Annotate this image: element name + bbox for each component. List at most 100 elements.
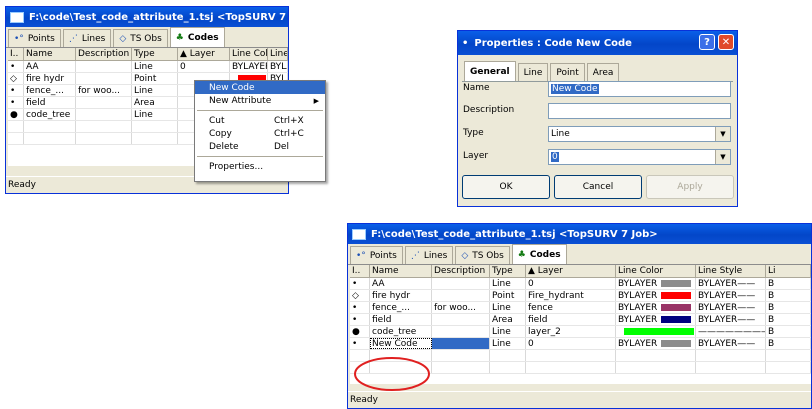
code-icon: • xyxy=(8,61,24,72)
description-field[interactable] xyxy=(548,103,731,119)
line-style-dash: —— xyxy=(737,278,756,289)
help-icon[interactable]: ? xyxy=(699,34,715,50)
tab-codes[interactable]: ♣ Codes xyxy=(169,27,225,47)
table-row[interactable]: • fence_... for woo... Line fence BYLAYER BYLA… xyxy=(350,302,811,314)
dialog-tab-general[interactable]: General xyxy=(464,61,516,81)
column-header[interactable]: ▲ Layer xyxy=(526,265,616,277)
tab-ts-obs[interactable]: ◇ TS Obs xyxy=(113,29,168,47)
line-style-cell: BYLAYER —— xyxy=(696,314,766,325)
chevron-down-icon[interactable]: ▼ xyxy=(715,127,730,141)
apply-button[interactable]: Apply xyxy=(646,175,734,199)
empty-cell xyxy=(132,121,178,132)
table-row[interactable]: • AA Line 0 BYLAYER BYLAYER —— B xyxy=(350,278,811,290)
menu-item-copy[interactable]: Copy Ctrl+C xyxy=(195,127,325,140)
line-style-dash: —— xyxy=(737,302,756,313)
table-row[interactable]: ● code_tree Line layer_2 ———————— B xyxy=(350,326,811,338)
dialog-tab-line[interactable]: Line xyxy=(517,63,549,81)
table-row[interactable]: • New Code Line 0 BYLAYER BYLAYER —— B xyxy=(350,338,811,350)
dialog-titlebar[interactable]: • Properties : Code New Code xyxy=(458,31,737,55)
top-tabs: •° Points ⋰ Lines ◇ TS Obs ♣ Codes xyxy=(6,27,288,48)
menu-item-cut[interactable]: Cut Ctrl+X xyxy=(195,114,325,127)
empty-cell xyxy=(432,350,490,361)
table-row[interactable]: •AA Line0BYLAYERBYLAY xyxy=(8,61,288,73)
tab-points[interactable]: •° Points xyxy=(8,29,61,47)
codes-icon: ♣ xyxy=(517,249,526,260)
layer-cell: layer_2 xyxy=(526,326,616,337)
bottom-window-titlebar[interactable]: F:\code\Test_code_attribute_1.tsj <TopSU… xyxy=(348,224,811,244)
layer-cell: fence xyxy=(526,302,616,313)
column-header[interactable]: I.. xyxy=(8,48,24,60)
type-cell: Line xyxy=(490,338,526,349)
submenu-arrow-icon: ▶ xyxy=(313,96,319,105)
line-color-cell: BYLAYER xyxy=(616,290,696,301)
li-cell: B xyxy=(766,314,811,325)
line-color-text: BYLAYER xyxy=(232,61,268,72)
menu-item-new-attribute[interactable]: New Attribute ▶ xyxy=(195,94,325,107)
column-header[interactable]: Line Color xyxy=(230,48,268,60)
table-row[interactable]: • field Area field BYLAYER BYLAYER —— B xyxy=(350,314,811,326)
description-cell xyxy=(76,73,132,84)
description-cell xyxy=(76,61,132,72)
bottom-window-title: F:\code\Test_code_attribute_1.tsj <TopSU… xyxy=(371,228,658,240)
description-cell xyxy=(432,290,490,301)
menu-item-new-code[interactable]: New Code xyxy=(195,81,325,94)
layer-select[interactable]: 0 ▼ xyxy=(548,149,731,165)
tab-lines[interactable]: ⋰ Lines xyxy=(404,246,454,264)
name-cell: field xyxy=(370,314,432,325)
type-cell: Line xyxy=(490,302,526,313)
table-row[interactable]: ◇ fire hydr Point Fire_hydrant BYLAYER BYLAYE… xyxy=(350,290,811,302)
column-header[interactable]: Name xyxy=(370,265,432,277)
column-header[interactable]: Name xyxy=(24,48,76,60)
cancel-button[interactable]: Cancel xyxy=(554,175,642,199)
code-icon: • xyxy=(8,85,24,96)
dialog-tab-area[interactable]: Area xyxy=(586,63,620,81)
name-cell: AA xyxy=(370,278,432,289)
type-cell: Line xyxy=(132,61,178,72)
type-select[interactable]: Line ▼ xyxy=(548,126,731,142)
description-cell xyxy=(76,97,132,108)
tab-points[interactable]: •° Points xyxy=(350,246,403,264)
context-menu: New Code New Attribute ▶ Cut Ctrl+X Copy Ctrl+… xyxy=(194,80,326,182)
type-cell: Line xyxy=(490,278,526,289)
column-header[interactable]: I.. xyxy=(350,265,370,277)
menu-item-shortcut: Del xyxy=(274,141,289,152)
empty-cell xyxy=(132,133,178,144)
top-window-titlebar[interactable]: F:\code\Test_code_attribute_1.tsj <TopSU… xyxy=(6,7,288,27)
code-icon: • xyxy=(350,278,370,289)
description-cell xyxy=(432,326,490,337)
points-icon: •° xyxy=(14,33,24,44)
empty-cell xyxy=(76,133,132,144)
empty-cell xyxy=(24,133,76,144)
column-header[interactable]: Description xyxy=(432,265,490,277)
column-header[interactable]: Type xyxy=(490,265,526,277)
close-icon[interactable]: ✕ xyxy=(718,34,734,50)
menu-item-shortcut: Ctrl+X xyxy=(274,115,304,126)
column-header[interactable]: Li xyxy=(766,265,811,277)
menu-item-delete[interactable]: Delete Del xyxy=(195,140,325,153)
type-cell: Line xyxy=(132,85,178,96)
chevron-down-icon[interactable]: ▼ xyxy=(715,150,730,164)
menu-item-properties[interactable]: Properties... xyxy=(195,160,325,173)
tab-ts-obs[interactable]: ◇ TS Obs xyxy=(455,246,510,264)
line-color-cell: BYLAYER xyxy=(616,314,696,325)
line-style-cell: BYLAYER —— xyxy=(696,338,766,349)
name-cell: fire hydr xyxy=(24,73,76,84)
column-header[interactable]: ▲ Layer xyxy=(178,48,230,60)
type-label: Type xyxy=(463,128,484,138)
code-icon: • xyxy=(350,338,370,349)
column-header[interactable]: Description xyxy=(76,48,132,60)
column-header[interactable]: Line St xyxy=(268,48,288,60)
empty-cell xyxy=(526,350,616,361)
column-header[interactable]: Line Style xyxy=(696,265,766,277)
ok-button[interactable]: OK xyxy=(462,175,550,199)
table-header: I..NameDescriptionType▲ LayerLine ColorL… xyxy=(350,265,811,278)
line-style-dash: —— xyxy=(737,290,756,301)
empty-cell xyxy=(490,362,526,373)
tab-lines[interactable]: ⋰ Lines xyxy=(62,29,112,47)
tab-codes[interactable]: ♣ Codes xyxy=(511,244,567,264)
properties-dialog: • Properties : Code New Code ? ✕ General… xyxy=(457,30,738,207)
column-header[interactable]: Type xyxy=(132,48,178,60)
name-field[interactable]: New Code xyxy=(548,81,731,97)
column-header[interactable]: Line Color xyxy=(616,265,696,277)
dialog-tab-point[interactable]: Point xyxy=(550,63,585,81)
